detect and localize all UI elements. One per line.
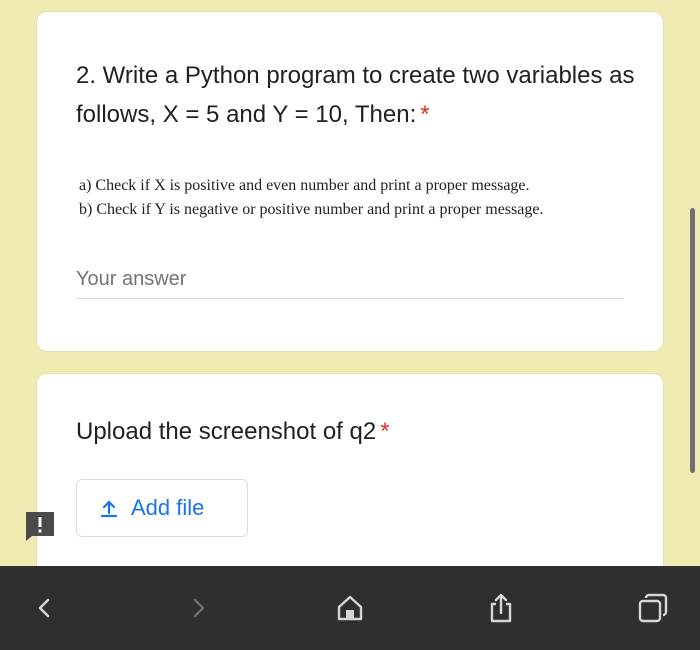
required-asterisk: * (420, 101, 430, 128)
scrollbar[interactable] (690, 208, 695, 473)
feedback-icon[interactable] (24, 510, 56, 547)
home-icon[interactable] (315, 566, 385, 650)
add-file-label: Add file (131, 495, 205, 520)
question-title-text: 2. Write a Python program to create two … (76, 62, 635, 128)
question-description-line: a) Check if X is positive and even numbe… (79, 177, 530, 194)
upload-question-title: Upload the screenshot of q2 * (76, 414, 390, 450)
question-description: a) Check if X is positive and even numbe… (79, 174, 543, 222)
upload-icon (99, 498, 119, 518)
add-file-button[interactable]: Add file (76, 479, 248, 537)
question-description-line: b) Check if Y is negative or positive nu… (79, 201, 544, 218)
tabs-icon[interactable] (618, 566, 688, 650)
back-icon[interactable] (10, 566, 80, 650)
answer-input[interactable] (76, 260, 624, 299)
upload-title-text: Upload the screenshot of q2 (76, 418, 377, 445)
upload-card: Upload the screenshot of q2 * Add file (37, 374, 663, 594)
forward-icon[interactable] (163, 566, 233, 650)
question-title: 2. Write a Python program to create two … (76, 56, 636, 134)
required-asterisk: * (380, 418, 390, 445)
share-icon[interactable] (466, 566, 536, 650)
browser-toolbar (0, 566, 700, 650)
question-card: 2. Write a Python program to create two … (37, 12, 663, 351)
